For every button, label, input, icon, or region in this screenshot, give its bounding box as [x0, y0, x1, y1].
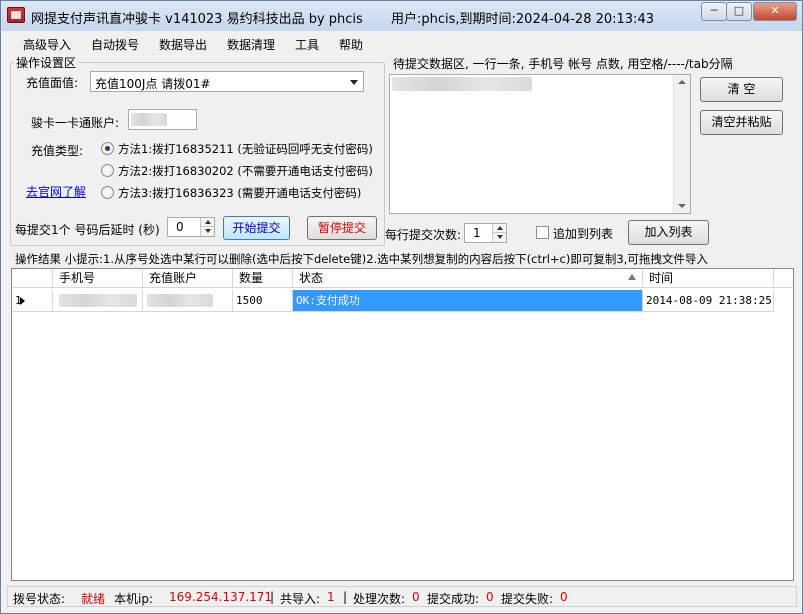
times-per-line-label: 每行提交次数: — [385, 228, 462, 242]
method2-radio[interactable] — [101, 164, 114, 177]
processed-label: 处理次数: — [353, 592, 406, 606]
menu-help[interactable]: 帮助 — [339, 36, 363, 53]
recharge-type-label: 充值类型: — [31, 144, 84, 158]
face-value-label: 充值面值: — [26, 76, 79, 90]
fail-label: 提交失败: — [501, 592, 554, 606]
settings-group-title: 操作设置区 — [14, 54, 79, 71]
pending-area-title: 待提交数据区, 一行一条, 手机号 帐号 点数, 用空格/----/tab分隔 — [393, 57, 733, 71]
delay-stepper[interactable]: 0 — [167, 217, 215, 237]
column-header-status-label: 状态 — [299, 271, 324, 285]
face-value-selected: 充值100J点 请拨01# — [95, 77, 211, 91]
pause-submit-button[interactable]: 暂停提交 — [307, 216, 377, 240]
status-separator: | — [343, 590, 348, 604]
spin-up-icon[interactable] — [200, 218, 214, 227]
results-grid[interactable]: 手机号 充值账户 数量 状态 时间 1 1500 OK:支付成功 2014-08… — [11, 268, 794, 581]
method3-radio[interactable] — [101, 186, 114, 199]
redacted-phone — [59, 294, 137, 307]
method1-label[interactable]: 方法1:拨打16835211 (无验证码回呼无支付密码) — [118, 141, 373, 157]
method2-label[interactable]: 方法2:拨打16830202 (不需要开通电话支付密码) — [118, 163, 373, 179]
maximize-button[interactable]: □ — [726, 2, 752, 21]
delay-value: 0 — [176, 220, 184, 234]
minimize-button[interactable]: ─ — [701, 2, 727, 21]
times-per-line-stepper[interactable]: 1 — [464, 223, 507, 243]
close-button[interactable]: ✕ — [753, 2, 797, 21]
add-to-list-button[interactable]: 加入列表 — [628, 220, 709, 245]
spin-down-icon[interactable] — [200, 227, 214, 236]
column-header-amount[interactable]: 数量 — [233, 269, 293, 288]
face-value-select[interactable]: 充值100J点 请拨01# — [90, 71, 364, 92]
cell-amount[interactable]: 1500 — [233, 290, 293, 312]
spin-down-icon[interactable] — [492, 233, 506, 242]
sort-asc-icon — [628, 274, 636, 280]
fail-value: 0 — [560, 590, 568, 604]
processed-value: 0 — [412, 590, 420, 604]
times-per-line-value: 1 — [473, 226, 481, 240]
grid-header-index — [12, 269, 53, 288]
window-title: 网提支付声讯直冲骏卡 v141023 易约科技出品 by phcis — [31, 12, 363, 27]
method1-radio[interactable] — [101, 142, 114, 155]
imported-label: 共导入: — [280, 592, 321, 606]
cell-time[interactable]: 2014-08-09 21:38:25 — [643, 290, 774, 312]
title-bar[interactable]: 网提支付声讯直冲骏卡 v141023 易约科技出品 by phcis 用户:ph… — [1, 1, 802, 31]
row-pointer-icon — [20, 297, 25, 305]
append-to-list-label[interactable]: 追加到列表 — [553, 225, 613, 242]
cell-status[interactable]: OK:支付成功 — [293, 290, 643, 312]
local-ip-label: 本机ip: — [114, 592, 153, 606]
pending-data-textarea[interactable] — [389, 74, 691, 214]
chevron-down-icon — [350, 80, 358, 85]
user-expiry-info: 用户:phcis,到期时间:2024-04-28 20:13:43 — [391, 12, 654, 27]
dial-status-value: 就绪 — [81, 592, 106, 606]
redacted-pending-line — [392, 77, 532, 91]
column-header-time[interactable]: 时间 — [643, 269, 774, 288]
clear-button[interactable]: 清 空 — [700, 77, 783, 102]
success-label: 提交成功: — [427, 592, 480, 606]
redacted-account — [147, 294, 213, 307]
append-to-list-checkbox[interactable] — [536, 226, 549, 239]
imported-value: 1 — [327, 590, 335, 604]
menu-data-cleanup[interactable]: 数据清理 — [227, 36, 275, 53]
menu-bar: 高级导入 自动拨号 数据导出 数据清理 工具 帮助 — [2, 32, 802, 54]
clear-and-paste-button[interactable]: 清空并粘贴 — [700, 110, 783, 135]
cell-phone[interactable] — [53, 290, 143, 312]
scroll-down-icon[interactable] — [678, 204, 686, 208]
grid-header: 手机号 充值账户 数量 状态 时间 — [12, 269, 793, 288]
menu-tools[interactable]: 工具 — [295, 36, 319, 53]
app-icon — [7, 7, 25, 23]
scroll-up-icon[interactable] — [678, 80, 686, 84]
status-bar: 拨号状态: 就绪 本机ip: 169.254.137.171 | 共导入: 1 … — [7, 586, 797, 607]
column-header-status[interactable]: 状态 — [293, 269, 643, 288]
column-header-phone[interactable]: 手机号 — [53, 269, 143, 288]
method3-label[interactable]: 方法3:拨打16836323 (需要开通电话支付密码) — [118, 185, 361, 201]
main-window: 网提支付声讯直冲骏卡 v141023 易约科技出品 by phcis 用户:ph… — [0, 0, 803, 614]
spin-up-icon[interactable] — [492, 224, 506, 233]
status-separator: | — [270, 590, 275, 604]
cell-account[interactable] — [143, 290, 233, 312]
table-row[interactable]: 1 1500 OK:支付成功 2014-08-09 21:38:25 — [12, 290, 774, 312]
redacted-account — [131, 113, 167, 126]
column-header-account[interactable]: 充值账户 — [143, 269, 233, 288]
menu-auto-dial[interactable]: 自动拨号 — [91, 36, 139, 53]
dial-status-label: 拨号状态: — [13, 592, 66, 606]
results-hint: 操作结果 小提示:1.从序号处选中某行可以删除(选中后按下delete键)2.选… — [15, 252, 708, 266]
start-submit-button[interactable]: 开始提交 — [223, 216, 290, 240]
menu-advanced-import[interactable]: 高级导入 — [23, 36, 71, 53]
row-index[interactable]: 1 — [12, 290, 53, 312]
official-site-link[interactable]: 去官网了解 — [26, 183, 86, 200]
menu-data-export[interactable]: 数据导出 — [159, 36, 207, 53]
account-label: 骏卡一卡通账户: — [31, 116, 120, 130]
delay-label: 每提交1个 号码后延时 (秒) — [15, 223, 160, 237]
success-value: 0 — [486, 590, 494, 604]
account-input[interactable] — [128, 109, 197, 130]
local-ip-value: 169.254.137.171 — [169, 590, 273, 604]
pending-scrollbar[interactable] — [673, 75, 690, 213]
